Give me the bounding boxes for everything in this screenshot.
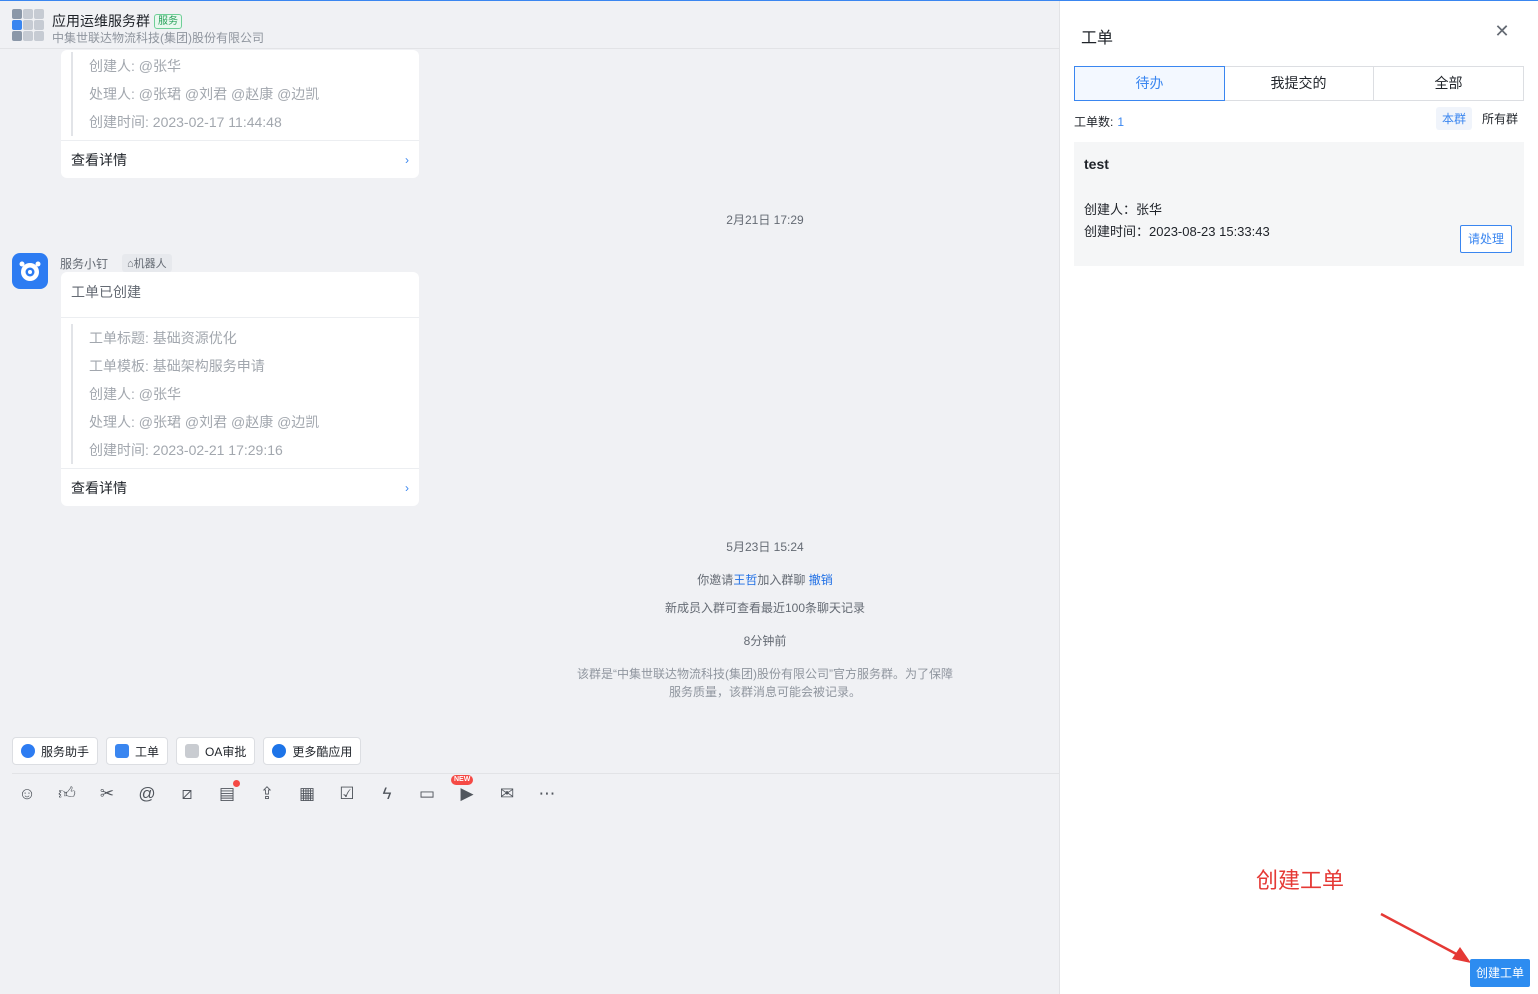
undo-link[interactable]: 撤销	[809, 573, 833, 587]
card-line: 创建时间: 2023-02-21 17:29:16	[89, 442, 283, 458]
quick-action-label: 工单	[135, 744, 160, 759]
tab-all[interactable]: 全部	[1374, 67, 1523, 100]
invitee-link[interactable]: 王哲	[733, 573, 757, 587]
more-apps-button[interactable]: 更多酷应用	[263, 737, 362, 765]
card-line: 工单模板: 基础架构服务申请	[89, 358, 265, 374]
quick-action-label: 更多酷应用	[292, 744, 353, 759]
scope-this-group[interactable]: 本群	[1436, 107, 1473, 130]
at-icon[interactable]: @	[136, 783, 158, 805]
ticket-created-at: 创建时间：2023-08-23 15:33:43	[1084, 224, 1270, 239]
quick-action-bar: 服务助手 工单 OA审批 更多酷应用	[12, 737, 362, 765]
more-icon[interactable]: ⋯	[536, 783, 558, 805]
bot-name-row: 服务小钉 ⌂机器人	[60, 254, 172, 272]
oa-approval-button[interactable]: OA审批	[176, 737, 256, 765]
quick-action-label: 服务助手	[41, 744, 90, 759]
handle-button[interactable]: 请处理	[1460, 225, 1512, 253]
history-note: 新成员入群可查看最近100条聊天记录	[664, 601, 866, 615]
group-avatar[interactable]	[12, 9, 44, 41]
card-line: 创建人: @张华	[89, 386, 181, 402]
chevron-right-icon: ›	[405, 153, 409, 167]
ticket-count: 工单数: 1	[1074, 113, 1124, 130]
card-quote: 创建人: @张华 处理人: @张珺 @刘君 @赵康 @边凯 创建时间: 2023…	[71, 52, 419, 136]
group-company: 中集世联达物流科技(集团)股份有限公司	[52, 31, 264, 45]
robot-icon	[19, 261, 41, 281]
approval-icon	[185, 744, 200, 758]
invite-prefix: 你邀请	[697, 573, 734, 587]
slash-icon[interactable]: ⧄	[176, 783, 198, 805]
service-notice-line2: 服务质量，该群消息可能会被记录。	[668, 685, 861, 699]
view-details-label: 查看详情	[71, 152, 127, 168]
ticket-count-label: 工单数:	[1074, 115, 1114, 129]
service-assistant-button[interactable]: 服务助手	[12, 737, 99, 765]
calendar-icon[interactable]: ▦	[296, 783, 318, 805]
bot-avatar[interactable]	[12, 253, 48, 289]
timestamp: 8分钟前	[743, 634, 787, 648]
checkbox-icon[interactable]: ☑	[336, 783, 358, 805]
scope-switch: 本群 所有群	[1436, 107, 1524, 130]
scope-all-groups[interactable]: 所有群	[1476, 107, 1524, 130]
ticket-title: test	[1084, 156, 1109, 172]
ticket-created-card: 工单已创建 工单标题: 基础资源优化 工单模板: 基础架构服务申请 创建人: @…	[61, 272, 419, 506]
ticket-icon	[115, 744, 130, 758]
ticket-card-previous: 创建人: @张华 处理人: @张珺 @刘君 @赵康 @边凯 创建时间: 2023…	[61, 50, 419, 178]
ticket-tabs: 待办 我提交的 全部	[1074, 66, 1524, 101]
emoji-icon[interactable]: ☺	[16, 783, 38, 805]
tab-todo[interactable]: 待办	[1074, 66, 1225, 101]
assistant-icon	[21, 744, 35, 758]
timestamp: 2月21日 17:29	[726, 213, 804, 227]
ticket-creator: 创建人：张华	[1084, 202, 1163, 217]
annotation-arrow-icon	[1380, 912, 1471, 963]
tab-submitted[interactable]: 我提交的	[1224, 67, 1374, 100]
bot-name[interactable]: 服务小钉	[60, 255, 108, 272]
input-toolbar: ☺ 👍︎ ✂ @ ⧄ ▤ ⇪ ▦ ☑ ϟ ▭ ▶ NEW ✉ ⋯	[16, 775, 558, 805]
card-quote: 工单标题: 基础资源优化 工单模板: 基础架构服务申请 创建人: @张华 处理人…	[71, 324, 419, 464]
card-line: 处理人: @张珺 @刘君 @赵康 @边凯	[89, 414, 320, 430]
new-badge: NEW	[451, 775, 474, 785]
live-icon[interactable]: ▶ NEW	[451, 775, 478, 805]
notification-dot	[233, 780, 240, 787]
scissors-icon[interactable]: ✂	[96, 783, 118, 805]
view-details-link[interactable]: 查看详情 ›	[61, 140, 419, 178]
lightning-icon[interactable]: ϟ	[376, 783, 398, 805]
toolbar-divider	[12, 773, 1059, 774]
robot-small-icon: ⌂	[127, 258, 134, 270]
upload-icon[interactable]: ⇪	[256, 783, 278, 805]
video-icon[interactable]: ▭	[416, 783, 438, 805]
group-name: 应用运维服务群	[52, 13, 150, 29]
robot-tag-label: 机器人	[133, 258, 167, 270]
card-line: 处理人: @张珺 @刘君 @赵康 @边凯	[89, 86, 320, 102]
timestamp: 5月23日 15:24	[726, 540, 804, 554]
ticket-count-value: 1	[1117, 115, 1125, 129]
card-line: 创建时间: 2023-02-17 11:44:48	[89, 114, 282, 130]
robot-tag: ⌂机器人	[122, 254, 172, 272]
card-line: 工单标题: 基础资源优化	[89, 330, 237, 346]
view-details-label: 查看详情	[71, 480, 127, 496]
view-details-link[interactable]: 查看详情 ›	[61, 468, 419, 506]
quick-action-label: OA审批	[205, 744, 247, 759]
close-icon[interactable]: ✕	[1492, 21, 1512, 41]
card-title: 工单已创建	[61, 272, 419, 318]
ticket-panel: 工单 ✕ 待办 我提交的 全部 工单数: 1 本群 所有群 test 创建人：张华…	[1059, 1, 1538, 994]
mail-icon[interactable]: ✉	[496, 783, 518, 805]
chat-area: 应用运维服务群 服务 中集世联达物流科技(集团)股份有限公司 创建人: @张华 …	[0, 1, 1059, 994]
apps-icon	[272, 744, 287, 758]
service-notice-line1: 该群是“中集世联达物流科技(集团)股份有限公司”官方服务群。为了保障	[577, 667, 953, 681]
annotation-text: 创建工单	[1256, 868, 1345, 893]
invite-notice: 你邀请王哲加入群聊 撤销	[500, 571, 1030, 588]
ticket-item[interactable]: test 创建人：张华 创建时间：2023-08-23 15:33:43 请处理	[1074, 142, 1524, 266]
panel-title: 工单	[1081, 30, 1114, 47]
service-tag: 服务	[154, 13, 182, 29]
create-ticket-button[interactable]: 创建工单	[1470, 959, 1530, 987]
card-line: 创建人: @张华	[89, 58, 181, 74]
ticket-button[interactable]: 工单	[106, 737, 169, 765]
thumbs-up-icon[interactable]: 👍︎	[56, 783, 78, 805]
group-title[interactable]: 应用运维服务群 服务	[52, 11, 182, 31]
invite-suffix: 加入群聊	[757, 573, 806, 587]
note-icon[interactable]: ▤	[216, 780, 240, 805]
chat-header: 应用运维服务群 服务 中集世联达物流科技(集团)股份有限公司	[0, 1, 1059, 49]
chevron-right-icon: ›	[405, 481, 409, 495]
